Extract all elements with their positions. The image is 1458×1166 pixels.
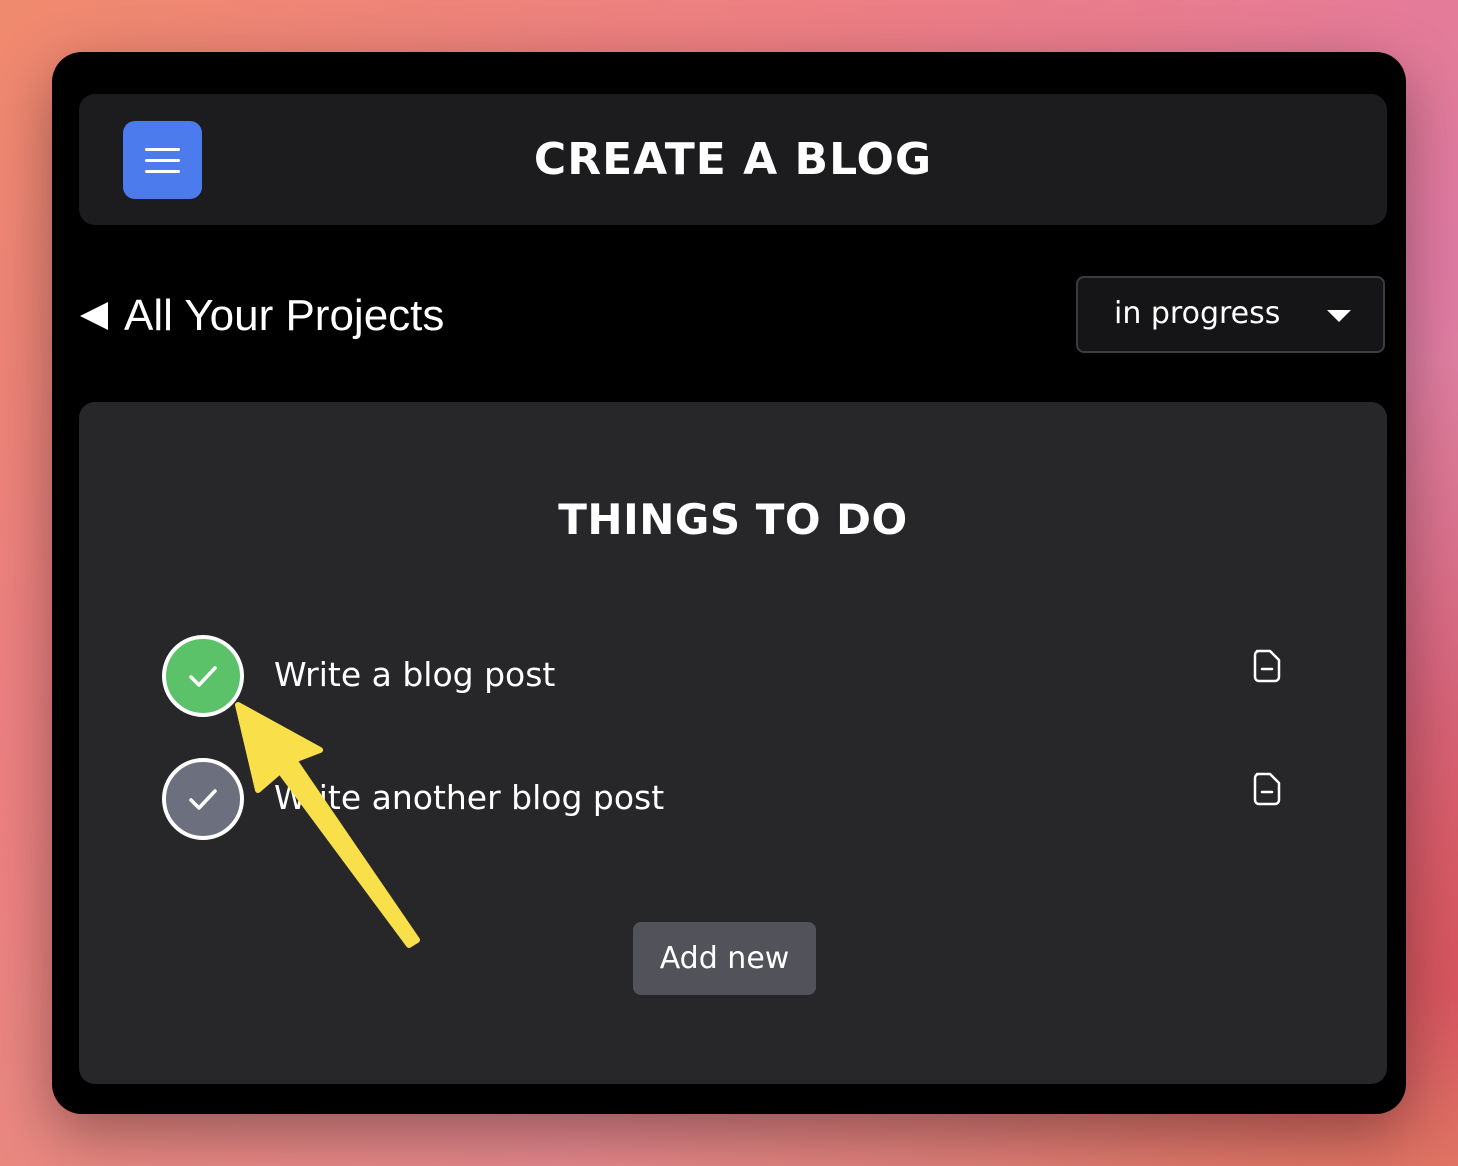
app-window: CREATE A BLOG All Your Projects in progr… bbox=[52, 52, 1406, 1114]
todo-card: THINGS TO DO Write a blog post Write ano… bbox=[79, 402, 1387, 1084]
list-item: Write a blog post bbox=[162, 635, 1302, 717]
triangle-left-icon bbox=[80, 302, 108, 330]
complete-toggle[interactable] bbox=[162, 758, 244, 840]
status-dropdown[interactable]: in progress bbox=[1076, 276, 1385, 353]
checkmark-icon bbox=[189, 666, 217, 687]
document-icon[interactable] bbox=[1252, 772, 1282, 806]
back-link-label: All Your Projects bbox=[124, 291, 445, 340]
task-label: Write another blog post bbox=[274, 778, 665, 817]
back-to-projects-link[interactable]: All Your Projects bbox=[80, 290, 444, 342]
todo-title: THINGS TO DO bbox=[558, 495, 908, 544]
task-label: Write a blog post bbox=[274, 655, 556, 694]
checkmark-icon bbox=[189, 789, 217, 810]
document-icon[interactable] bbox=[1252, 649, 1282, 683]
list-item: Write another blog post bbox=[162, 758, 1302, 840]
status-dropdown-value: in progress bbox=[1114, 296, 1281, 331]
complete-toggle[interactable] bbox=[162, 635, 244, 717]
header-bar: CREATE A BLOG bbox=[79, 94, 1387, 225]
page-title: CREATE A BLOG bbox=[533, 134, 933, 185]
caret-down-icon bbox=[1327, 310, 1351, 322]
add-new-button[interactable]: Add new bbox=[633, 922, 816, 995]
